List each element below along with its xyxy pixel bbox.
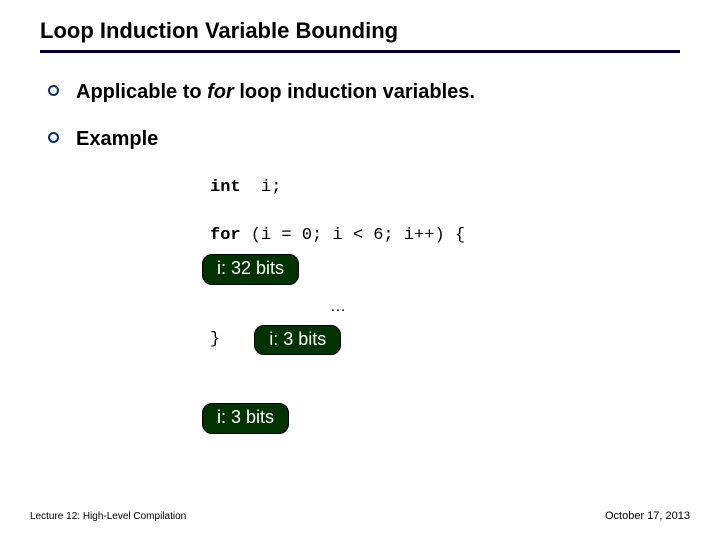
code-text: (i = 0; i < 6; i++) { bbox=[241, 226, 465, 245]
bullet-text-pre: Applicable to bbox=[76, 81, 207, 103]
code-text: i; bbox=[241, 178, 282, 197]
bullet-text: Example bbox=[76, 128, 158, 150]
slide-title: Loop Induction Variable Bounding bbox=[40, 18, 680, 53]
bits-annotation: i: 3 bits bbox=[202, 403, 289, 434]
code-keyword: for bbox=[210, 226, 241, 245]
bullet-text-post: loop induction variables. bbox=[234, 81, 475, 103]
code-text: } bbox=[210, 327, 220, 353]
annotation-row: i: 3 bits bbox=[202, 403, 680, 434]
code-line-for: for (i = 0; i < 6; i++) { bbox=[210, 223, 680, 249]
bullet-list: Applicable to for loop induction variabl… bbox=[40, 81, 680, 151]
bullet-ring-icon bbox=[48, 85, 59, 96]
footer-lecture: Lecture 12: High-Level Compilation bbox=[30, 511, 186, 522]
bullet-ring-icon bbox=[48, 132, 59, 143]
code-line-decl: int i; bbox=[210, 175, 680, 201]
code-keyword: int bbox=[210, 178, 241, 197]
bits-annotation: i: 32 bits bbox=[202, 254, 299, 285]
footer-date: October 17, 2013 bbox=[605, 510, 690, 522]
bullet-item: Example bbox=[48, 128, 680, 151]
annotation-row: i: 32 bits bbox=[202, 254, 680, 285]
bullet-item: Applicable to for loop induction variabl… bbox=[48, 81, 680, 104]
code-ellipsis: … bbox=[330, 295, 680, 319]
code-block: int i; for (i = 0; i < 6; i++) { i: 32 b… bbox=[210, 175, 680, 434]
bullet-text-em: for bbox=[207, 81, 234, 103]
code-line-close: } i: 3 bits bbox=[210, 325, 680, 356]
bits-annotation: i: 3 bits bbox=[254, 325, 341, 356]
